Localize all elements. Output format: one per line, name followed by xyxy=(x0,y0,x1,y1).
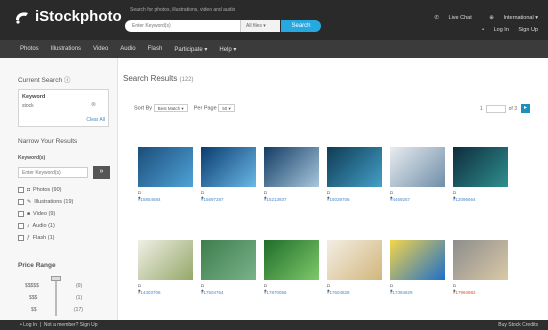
login-link[interactable]: • Log In xyxy=(482,27,509,33)
remove-keyword-icon[interactable]: ⊗ xyxy=(91,101,96,108)
pen-icon: ✎ xyxy=(27,199,32,205)
current-search-title: Current Search ⓘ xyxy=(18,77,71,84)
logo-text: iStockphoto xyxy=(35,8,122,25)
filter-audio[interactable]: ♪ Audio (1) xyxy=(18,223,55,229)
result-image[interactable] xyxy=(138,147,193,187)
result-image[interactable] xyxy=(390,147,445,187)
audio-checkbox[interactable] xyxy=(18,223,24,229)
region-select[interactable]: ⊕ International ▾ xyxy=(481,15,538,21)
search-filter-select[interactable]: All files ▾ xyxy=(240,20,280,32)
istockphoto-logo[interactable]: iStockphoto xyxy=(14,8,122,25)
narrow-keyword-input[interactable] xyxy=(18,167,88,178)
main-nav: Photos Illustrations Video Audio Flash P… xyxy=(0,40,548,58)
price-label-mid: $$$ xyxy=(29,295,38,301)
footer-signup-link[interactable]: Not a member? Sign Up xyxy=(44,322,98,328)
narrow-keyword-go-button[interactable]: » xyxy=(93,166,110,179)
page-title: Search Results (122) xyxy=(123,74,194,83)
result-id[interactable]: #15039706 xyxy=(327,197,350,202)
result-id[interactable]: #15697287 xyxy=(201,197,224,202)
video-checkbox[interactable] xyxy=(18,211,24,217)
result-image[interactable] xyxy=(264,240,319,280)
buy-credits-link[interactable]: Buy Stock Credits xyxy=(498,320,538,330)
nav-illustrations[interactable]: Illustrations xyxy=(51,46,81,52)
search-bar: All files ▾ Search xyxy=(125,20,321,32)
flash-checkbox[interactable] xyxy=(18,235,24,241)
music-note-icon: ♪ xyxy=(27,223,30,229)
result-id[interactable]: #4469257 xyxy=(390,197,410,202)
price-slider-handle[interactable] xyxy=(51,276,61,281)
result-image[interactable] xyxy=(201,240,256,280)
camera-icon: ◘ xyxy=(27,187,31,193)
clear-all-link[interactable]: Clear All xyxy=(86,117,105,123)
result-image[interactable] xyxy=(327,147,382,187)
filter-illustrations[interactable]: ✎ Illustrations (19) xyxy=(18,199,73,205)
search-button[interactable]: Search xyxy=(281,20,321,32)
nav-video[interactable]: Video xyxy=(93,46,108,52)
page-input[interactable] xyxy=(485,104,506,113)
result-count: (122) xyxy=(179,77,194,83)
current-keyword-box: Keyword stock ⊗ Clear All xyxy=(18,89,109,127)
nav-photos[interactable]: Photos xyxy=(20,46,39,52)
signup-link[interactable]: Sign Up xyxy=(518,27,538,33)
istock-logo-icon xyxy=(16,11,28,24)
result-id[interactable]: #12096664 xyxy=(453,197,476,202)
per-page-select[interactable]: 50 ▾ xyxy=(218,104,235,112)
footer-bar: • Log In | Not a member? Sign Up Buy Sto… xyxy=(0,320,548,330)
result-id[interactable]: #17504764 xyxy=(201,290,224,295)
chat-icon: ✆ xyxy=(434,15,439,21)
next-page-button[interactable]: ▸ xyxy=(521,104,530,113)
price-count-mid: (1) xyxy=(76,295,83,301)
result-image[interactable] xyxy=(264,147,319,187)
sort-bar: Sort By Best Match ▾ Per Page 50 ▾ 1 of … xyxy=(134,104,530,116)
sort-by-label: Sort By xyxy=(134,105,153,112)
footer-login-link[interactable]: • Log In xyxy=(20,322,37,328)
keyword-value: stock xyxy=(22,103,34,109)
result-id[interactable]: #14403706 xyxy=(138,290,161,295)
result-image[interactable] xyxy=(453,240,508,280)
price-range-title: Price Range xyxy=(18,262,56,269)
search-hint: Search for photos, illustrations, video … xyxy=(130,7,236,13)
pagination: 1 of 3 ▸ xyxy=(480,104,530,113)
filter-flash[interactable]: ƒ Flash (1) xyxy=(18,235,54,241)
nav-participate[interactable]: Participate ▾ xyxy=(174,46,207,53)
result-id[interactable]: #17994982 xyxy=(453,290,476,295)
per-page-label: Per Page xyxy=(193,105,217,112)
filter-photos[interactable]: ◘ Photos (90) xyxy=(18,187,61,193)
price-label-high: $$$$$ xyxy=(25,283,39,289)
result-image[interactable] xyxy=(327,240,382,280)
illustrations-checkbox[interactable] xyxy=(18,199,24,205)
narrow-results-title: Narrow Your Results xyxy=(18,138,78,145)
result-id[interactable]: #15854684 xyxy=(138,197,161,202)
top-links: ✆ Live Chat ⊕ International ▾ • Log In S… xyxy=(418,12,538,36)
photos-checkbox[interactable] xyxy=(18,187,24,193)
keyword-label: Keyword xyxy=(22,94,46,100)
price-label-low: $$ xyxy=(31,307,37,313)
result-id[interactable]: #17870055 xyxy=(264,290,287,295)
result-id[interactable]: #15213937 xyxy=(264,197,287,202)
result-image[interactable] xyxy=(138,240,193,280)
result-image[interactable] xyxy=(390,240,445,280)
price-count-low: (17) xyxy=(74,307,83,313)
result-id[interactable]: #17394829 xyxy=(390,290,413,295)
result-id[interactable]: #17604828 xyxy=(327,290,350,295)
filter-video[interactable]: ■ Video (9) xyxy=(18,211,55,217)
nav-flash[interactable]: Flash xyxy=(148,46,163,52)
nav-audio[interactable]: Audio xyxy=(120,46,135,52)
flash-icon: ƒ xyxy=(27,235,30,241)
live-chat-link[interactable]: ✆ Live Chat xyxy=(426,15,471,21)
search-input[interactable] xyxy=(125,20,240,32)
price-count-high: (0) xyxy=(76,283,83,289)
sort-by-select[interactable]: Best Match ▾ xyxy=(153,104,188,112)
top-bar: iStockphoto Search for photos, illustrat… xyxy=(0,0,548,40)
result-image[interactable] xyxy=(201,147,256,187)
nav-help[interactable]: Help ▾ xyxy=(219,46,236,53)
page-current: 1 xyxy=(479,105,483,112)
page-of: of 3 xyxy=(508,105,517,112)
globe-icon: ⊕ xyxy=(489,15,494,21)
keywords-label: Keyword(s) xyxy=(18,155,46,161)
result-image[interactable] xyxy=(453,147,508,187)
price-slider-track[interactable] xyxy=(55,276,57,316)
video-icon: ■ xyxy=(27,211,31,217)
